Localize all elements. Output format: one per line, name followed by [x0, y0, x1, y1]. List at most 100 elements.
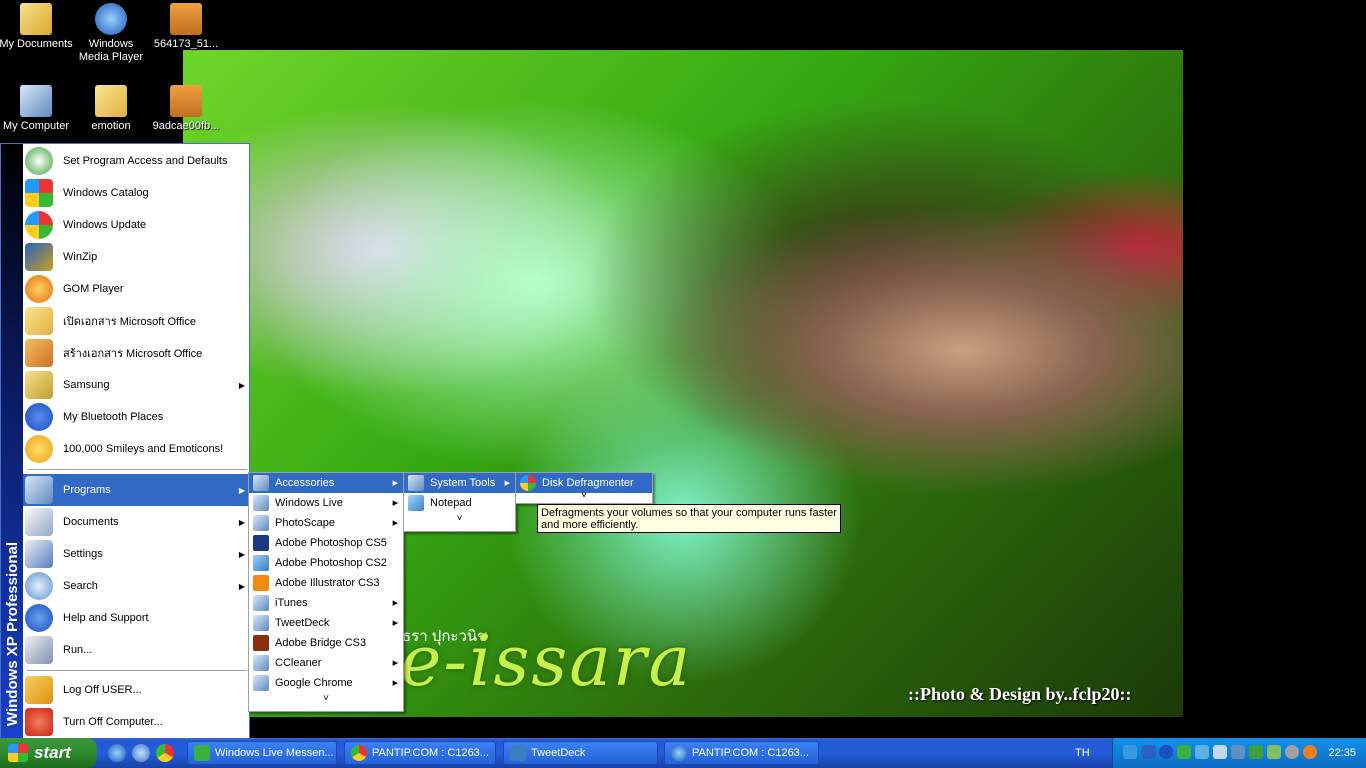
desktop-icon-jpg-file-1[interactable]: 564173_51... [148, 3, 224, 51]
task-pantip-ie[interactable]: PANTIP.COM : C1263... [664, 741, 819, 765]
volume-icon[interactable] [1231, 745, 1245, 759]
programs-item-google-chrome[interactable]: Google Chrome ▶ [249, 673, 403, 693]
start-item-smileys[interactable]: 100,000 Smileys and Emoticons! [23, 433, 249, 465]
start-item-run[interactable]: Run... [23, 634, 249, 666]
chevron-right-icon: ▶ [392, 600, 398, 607]
start-item-documents[interactable]: Documents ▶ [23, 506, 249, 538]
start-item-log-off[interactable]: Log Off USER... [23, 674, 249, 706]
documents-icon [25, 508, 53, 536]
system-tools-expand-chevron[interactable]: ˅ [516, 491, 652, 503]
task-pantip-chrome[interactable]: PANTIP.COM : C1263... [344, 741, 496, 765]
programs-group-icon [253, 475, 269, 491]
bluetooth-icon [25, 403, 53, 431]
desktop-icon-windows-media-player[interactable]: Windows Media Player [73, 3, 149, 64]
twitter-icon[interactable] [1123, 745, 1137, 759]
chrome-icon[interactable] [156, 744, 174, 762]
start-item-turn-off[interactable]: Turn Off Computer... [23, 706, 249, 738]
programs-group-icon [253, 515, 269, 531]
programs-group-icon [253, 615, 269, 631]
network-icon[interactable] [1142, 745, 1156, 759]
start-item-bluetooth-places[interactable]: My Bluetooth Places [23, 401, 249, 433]
desktop-icon-emotion-folder[interactable]: emotion [73, 85, 149, 133]
start-item-programs[interactable]: Programs ▶ [23, 474, 249, 506]
jpg-file-icon [170, 85, 202, 117]
programs-item-illustrator-cs3[interactable]: Adobe Illustrator CS3 [249, 573, 403, 593]
start-item-help[interactable]: Help and Support [23, 602, 249, 634]
accessories-item-system-tools[interactable]: System Tools ▶ [404, 473, 515, 493]
taskbar: start Windows Live Messen... PANTIP.COM … [0, 738, 1366, 768]
speaker-icon[interactable] [1285, 745, 1299, 759]
clock[interactable]: 22:35 [1328, 747, 1356, 759]
internet-explorer-icon [671, 745, 687, 761]
smiley-icon [25, 435, 53, 463]
programs-item-itunes[interactable]: iTunes ▶ [249, 593, 403, 613]
start-item-open-office-doc[interactable]: เปิดเอกสาร Microsoft Office [23, 305, 249, 337]
messenger-icon [194, 745, 210, 761]
safely-remove-icon[interactable] [1195, 745, 1209, 759]
brand-suffix: Professional [4, 541, 21, 632]
programs-item-photoshop-cs5[interactable]: Adobe Photoshop CS5 [249, 533, 403, 553]
programs-expand-chevron[interactable]: ˅ [249, 693, 403, 711]
chevron-right-icon: ▶ [238, 485, 245, 495]
programs-item-photoshop-cs2[interactable]: Adobe Photoshop CS2 [249, 553, 403, 573]
chevron-right-icon: ▶ [392, 500, 398, 507]
chevron-right-icon: ▶ [392, 520, 398, 527]
accessories-expand-chevron[interactable]: ˅ [404, 513, 515, 531]
connection-icon[interactable] [1213, 745, 1227, 759]
chevron-right-icon: ▶ [392, 620, 398, 627]
programs-item-photoscape[interactable]: PhotoScape ▶ [249, 513, 403, 533]
start-item-gom-player[interactable]: GOM Player [23, 273, 249, 305]
folder-documents-icon [20, 3, 52, 35]
show-desktop-icon[interactable] [132, 744, 150, 762]
search-icon [25, 572, 53, 600]
messenger-icon[interactable] [1177, 745, 1191, 759]
start-item-set-program-access[interactable]: Set Program Access and Defaults [23, 145, 249, 177]
task-tweetdeck[interactable]: TweetDeck [503, 741, 658, 765]
start-button[interactable]: start [0, 738, 97, 768]
start-item-winzip[interactable]: WinZip [23, 241, 249, 273]
help-icon [25, 604, 53, 632]
notepad-icon [408, 495, 424, 511]
settings-icon [25, 540, 53, 568]
nvidia-icon[interactable] [1249, 745, 1263, 759]
start-item-new-office-doc[interactable]: สร้างเอกสาร Microsoft Office [23, 337, 249, 369]
programs-item-bridge-cs3[interactable]: Adobe Bridge CS3 [249, 633, 403, 653]
start-item-windows-update[interactable]: Windows Update [23, 209, 249, 241]
new-office-icon [25, 339, 53, 367]
open-office-icon [25, 307, 53, 335]
system-tray: 22:35 [1112, 738, 1366, 768]
programs-item-tweetdeck[interactable]: TweetDeck ▶ [249, 613, 403, 633]
media-player-icon [95, 3, 127, 35]
start-item-samsung[interactable]: Samsung ▶ [23, 369, 249, 401]
update-icon[interactable] [1303, 745, 1317, 759]
start-item-windows-catalog[interactable]: Windows Catalog [23, 177, 249, 209]
disk-defragmenter-tooltip: Defragments your volumes so that your co… [537, 504, 841, 533]
start-menu-separator [27, 670, 247, 671]
chrome-icon [351, 745, 367, 761]
desktop-icon-jpg-file-2[interactable]: 9adcae00fb... [148, 85, 224, 133]
programs-icon [25, 476, 53, 504]
accessories-item-notepad[interactable]: Notepad [404, 493, 515, 513]
system-tools-item-disk-defragmenter[interactable]: Disk Defragmenter [516, 473, 652, 493]
programs-item-ccleaner[interactable]: CCleaner ▶ [249, 653, 403, 673]
start-item-search[interactable]: Search ▶ [23, 570, 249, 602]
language-indicator[interactable]: TH [1075, 747, 1090, 759]
wallpaper-credit-text: ::Photo & Design by..fclp20:: [908, 684, 1132, 704]
internet-explorer-icon[interactable] [108, 744, 126, 762]
security-icon[interactable] [1267, 745, 1281, 759]
start-menu-brand-strip: Windows XP Professional [1, 144, 23, 738]
windows-logo-icon [8, 744, 28, 762]
windows-catalog-icon [25, 179, 53, 207]
computer-icon [20, 85, 52, 117]
task-windows-live-messenger[interactable]: Windows Live Messen... [187, 741, 337, 765]
programs-item-accessories[interactable]: Accessories ▶ [249, 473, 403, 493]
photoshop-icon [253, 535, 269, 551]
desktop-icon-my-documents[interactable]: My Documents [0, 3, 74, 51]
start-item-settings[interactable]: Settings ▶ [23, 538, 249, 570]
chevron-right-icon: ▶ [392, 660, 398, 667]
bluetooth-icon[interactable] [1159, 745, 1173, 759]
desktop-icon-my-computer[interactable]: My Computer [0, 85, 74, 133]
chevron-right-icon: ▶ [504, 480, 510, 487]
programs-item-windows-live[interactable]: Windows Live ▶ [249, 493, 403, 513]
chevron-right-icon: ▶ [238, 549, 245, 559]
